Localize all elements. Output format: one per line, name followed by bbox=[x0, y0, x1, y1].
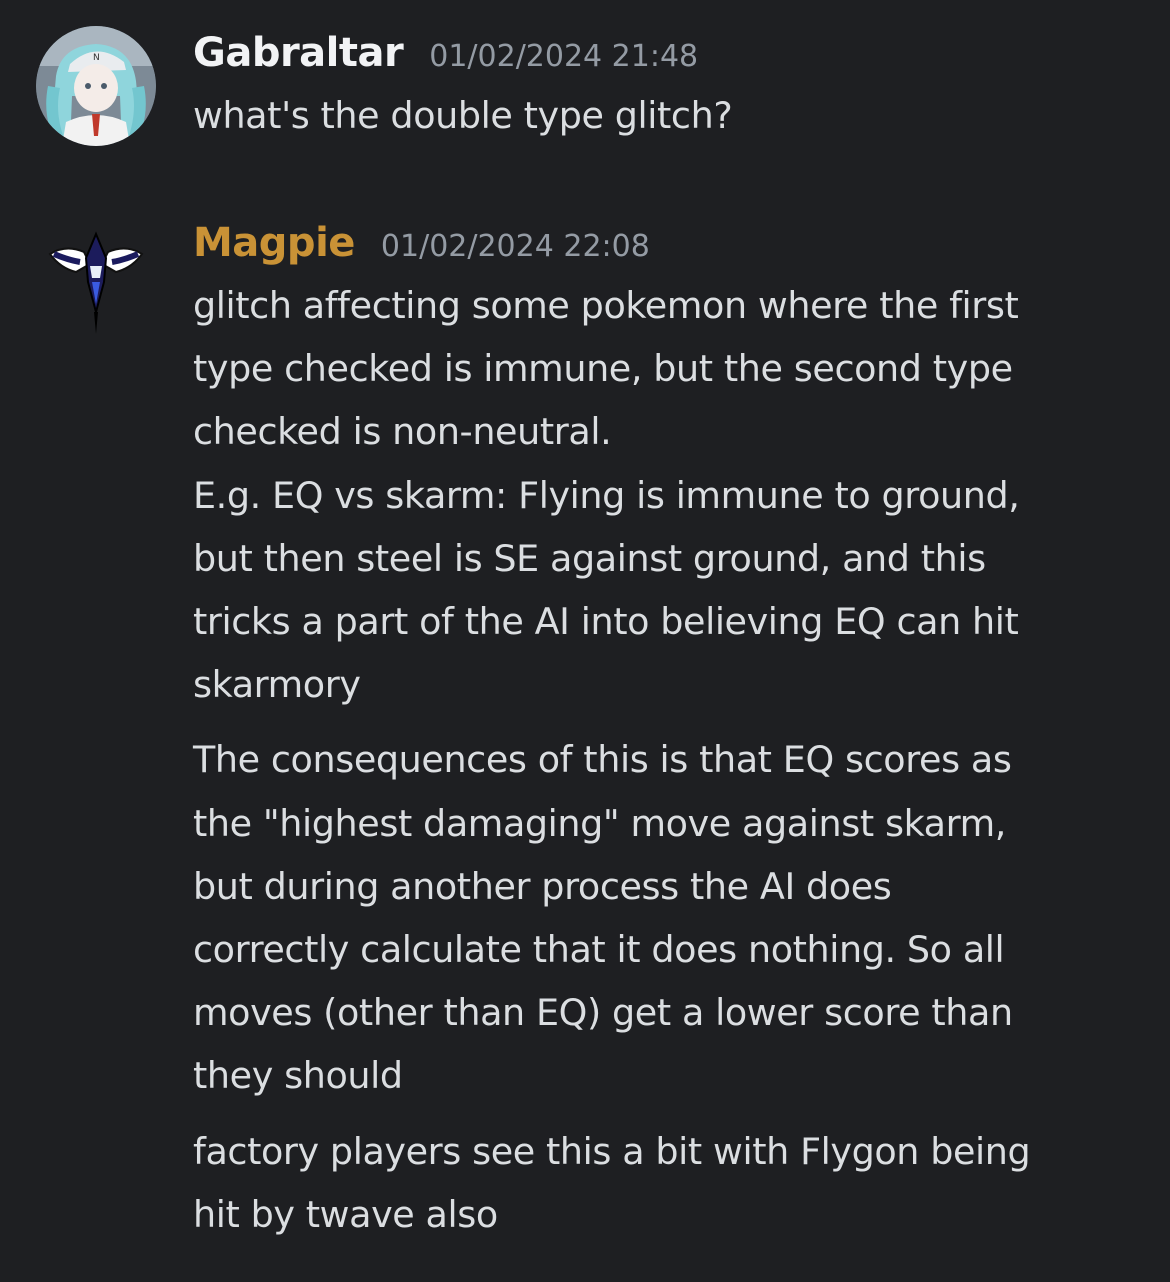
message-paragraph: factory players see this a bit with Flyg… bbox=[193, 1120, 1140, 1246]
message-line: but then steel is SE against ground, and… bbox=[193, 536, 986, 580]
message-paragraph: The consequences of this is that EQ scor… bbox=[193, 728, 1140, 1107]
magpie-bird-avatar-icon bbox=[48, 231, 144, 334]
message-line: but during another process the AI does bbox=[193, 864, 892, 908]
message-line: glitch affecting some pokemon where the … bbox=[193, 284, 1019, 327]
message-header: Magpie 01/02/2024 22:08 bbox=[193, 216, 1140, 270]
message-text: what's the double type glitch? bbox=[193, 94, 733, 137]
message-content: Gabraltar 01/02/2024 21:48 what's the do… bbox=[193, 26, 1140, 147]
timestamp[interactable]: 01/02/2024 21:48 bbox=[429, 30, 698, 84]
timestamp[interactable]: 01/02/2024 22:08 bbox=[381, 220, 650, 274]
message-line: skarmory bbox=[193, 663, 361, 707]
anime-girl-avatar-icon: N bbox=[36, 26, 156, 146]
message-line: factory players see this a bit with Flyg… bbox=[193, 1129, 1031, 1173]
message-line: the "highest damaging" move against skar… bbox=[193, 801, 1006, 845]
message-paragraph: glitch affecting some pokemon where the … bbox=[193, 274, 1140, 716]
message-line: moves (other than EQ) get a lower score … bbox=[193, 991, 1013, 1035]
message-content: Magpie 01/02/2024 22:08 glitch affecting… bbox=[193, 216, 1140, 1246]
message-line: checked is non-neutral. bbox=[193, 410, 612, 454]
username[interactable]: Magpie bbox=[193, 216, 355, 270]
magpie-avatar[interactable] bbox=[46, 230, 146, 342]
gabraltar-avatar[interactable]: N bbox=[36, 26, 156, 146]
username[interactable]: Gabraltar bbox=[193, 26, 404, 80]
message-line: type checked is immune, but the second t… bbox=[193, 347, 1013, 391]
message-line: The consequences of this is that EQ scor… bbox=[193, 738, 1012, 782]
message-header: Gabraltar 01/02/2024 21:48 bbox=[193, 26, 1140, 80]
message-line: E.g. EQ vs skarm: Flying is immune to gr… bbox=[193, 473, 1020, 517]
message-line: they should bbox=[193, 1054, 403, 1098]
message-line: correctly calculate that it does nothing… bbox=[193, 928, 1005, 972]
message-line: hit by twave also bbox=[193, 1192, 498, 1236]
svg-text:N: N bbox=[93, 53, 100, 63]
message-line: tricks a part of the AI into believing E… bbox=[193, 600, 1019, 644]
